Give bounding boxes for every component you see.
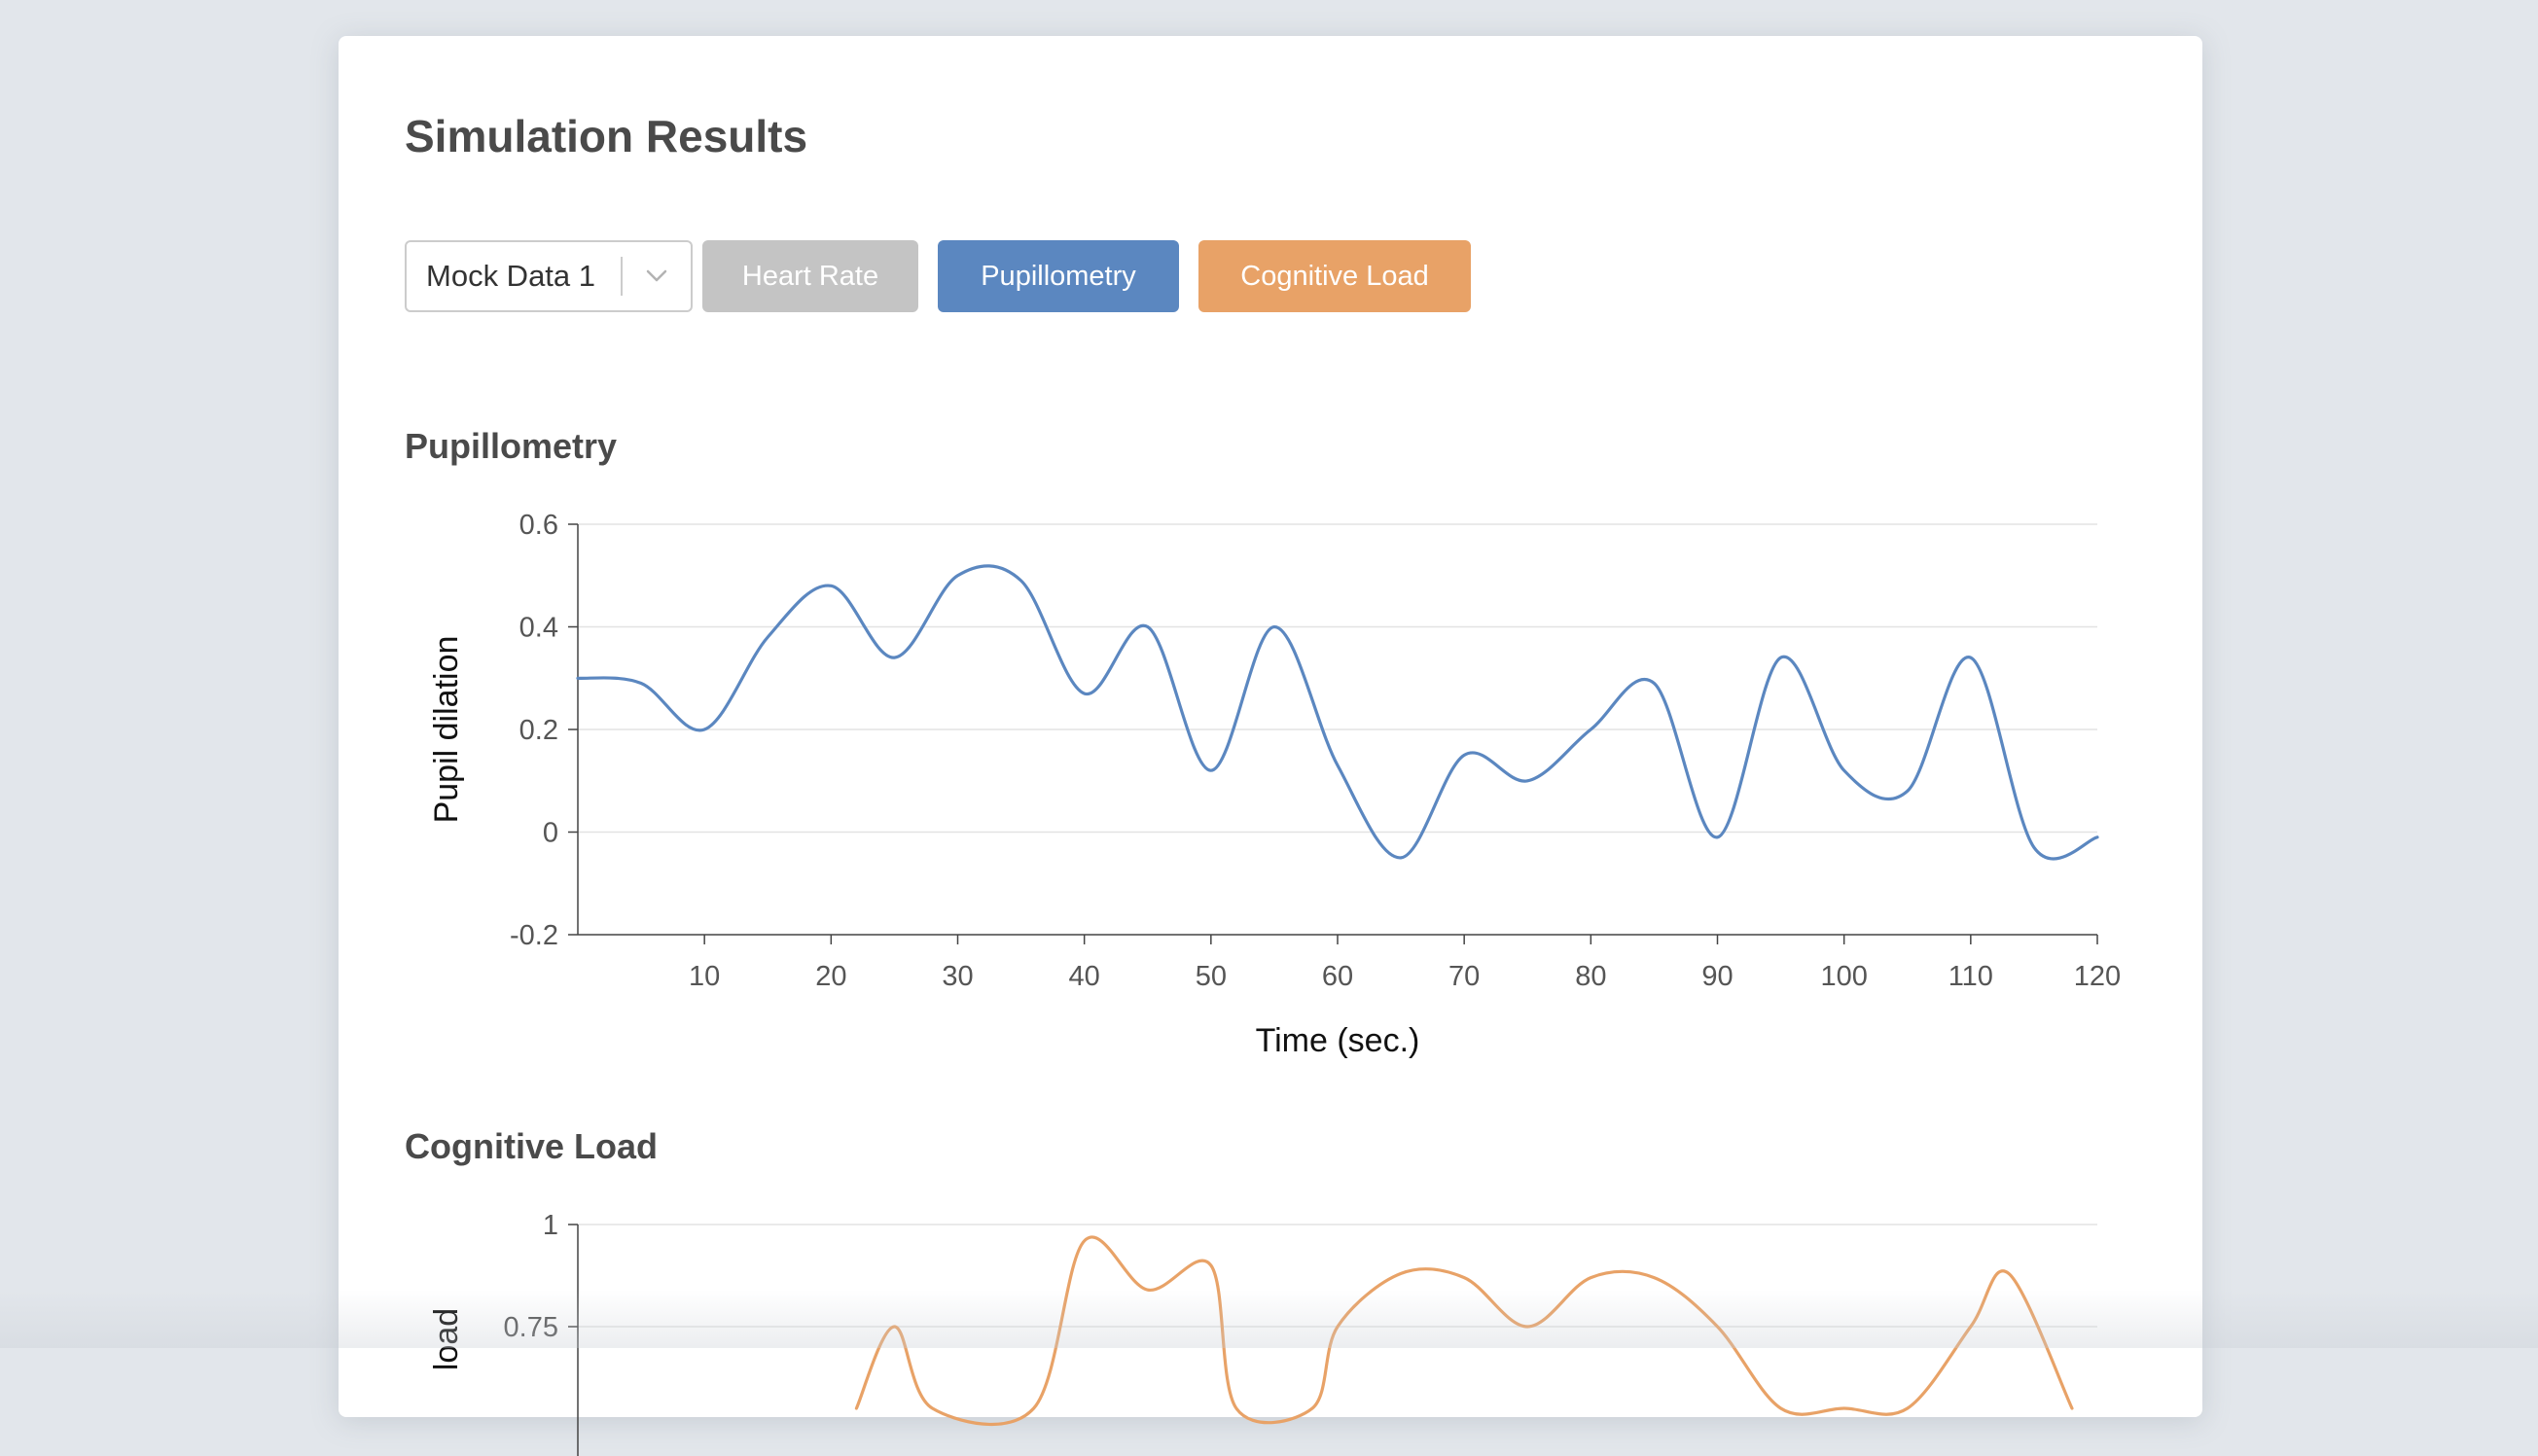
- y-tick-label: 0: [543, 818, 558, 849]
- x-tick-label: 30: [942, 961, 973, 992]
- x-axis-label: Time (sec.): [1256, 1022, 1420, 1059]
- x-tick-label: 90: [1701, 961, 1733, 992]
- y-tick-label: 0.2: [519, 715, 558, 746]
- y-tick-label: 0.6: [519, 510, 558, 541]
- y-tick-label: 1: [543, 1210, 558, 1241]
- x-tick-label: 20: [815, 961, 846, 992]
- results-card: Simulation Results Mock Data 1 Heart Rat…: [339, 36, 2202, 1456]
- cognitive-load-chart: 0.75 1 load: [428, 1210, 2097, 1456]
- x-tick-label: 10: [689, 961, 720, 992]
- x-tick-label: 50: [1196, 961, 1227, 992]
- cognitive-load-button[interactable]: Cognitive Load: [1198, 240, 1471, 312]
- heart-rate-button[interactable]: Heart Rate: [702, 240, 918, 312]
- y-axis-label: load: [428, 1308, 465, 1370]
- dataset-select-value: Mock Data 1: [426, 259, 596, 293]
- dataset-select[interactable]: Mock Data 1: [405, 240, 693, 312]
- x-tick-label: 60: [1322, 961, 1353, 992]
- pupillometry-chart: -0.2 0 0.2 0.4 0.6 10 20 30 40 50 60 70 80 90 100 110 12…: [428, 510, 2121, 1059]
- chevron-down-icon[interactable]: [623, 240, 691, 312]
- page-title: Simulation Results: [405, 111, 808, 161]
- x-tick-label: 80: [1575, 961, 1606, 992]
- y-tick-label: -0.2: [510, 920, 558, 951]
- cognitive-load-section-title: Cognitive Load: [405, 1126, 658, 1166]
- x-tick-label: 120: [2074, 961, 2121, 992]
- y-tick-label: 0.4: [519, 613, 558, 644]
- x-tick-label: 40: [1069, 961, 1100, 992]
- series-line: [576, 564, 2099, 861]
- x-tick-label: 110: [1948, 961, 1993, 992]
- x-tick-label: 100: [1820, 961, 1867, 992]
- pupillometry-section-title: Pupillometry: [405, 426, 618, 466]
- controls-bar: Mock Data 1 Heart Rate Pupillometry Cogn…: [405, 240, 1471, 314]
- series-line: [854, 1235, 2074, 1427]
- pupillometry-button[interactable]: Pupillometry: [938, 240, 1179, 312]
- y-tick-label: 0.75: [504, 1312, 558, 1343]
- x-tick-label: 70: [1448, 961, 1480, 992]
- y-axis-label: Pupil dilation: [428, 636, 465, 824]
